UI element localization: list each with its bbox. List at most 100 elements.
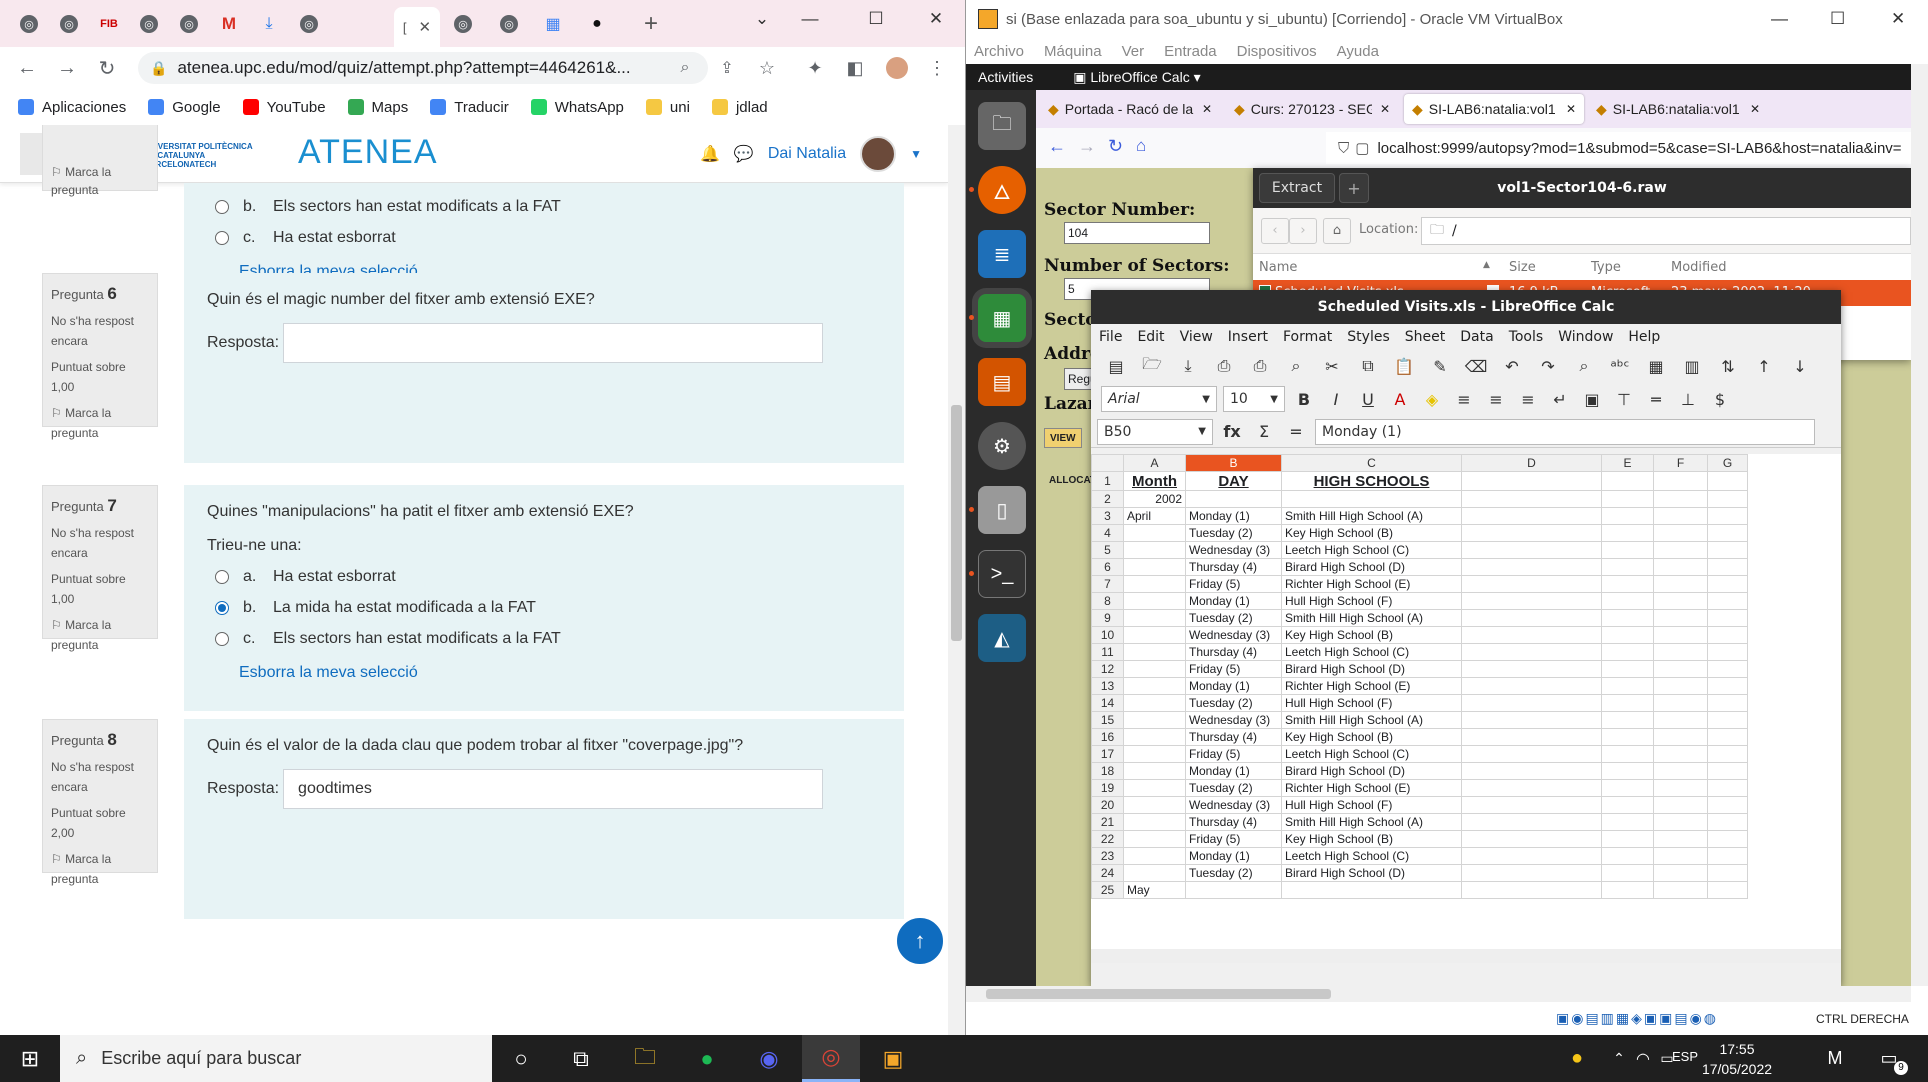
empty-cell[interactable] (1653, 524, 1708, 542)
merge-icon[interactable]: ▣ (1579, 386, 1605, 412)
back-icon[interactable]: ← (1048, 136, 1066, 157)
forward-button[interactable]: → (52, 53, 82, 83)
empty-cell[interactable] (1707, 524, 1748, 542)
cortana-icon[interactable]: ○ (492, 1035, 550, 1082)
spellcheck-icon[interactable]: ᵃᵇᶜ (1607, 353, 1633, 379)
row-header[interactable]: 22 (1091, 830, 1124, 848)
close-tab-icon[interactable]: ✕ (1750, 102, 1760, 116)
empty-cell[interactable] (1707, 609, 1748, 627)
extract-button[interactable]: Extract (1259, 173, 1335, 203)
bookmark-7[interactable]: jdlad (711, 99, 768, 116)
empty-cell[interactable] (1461, 796, 1602, 814)
answer-option[interactable]: b. La mida ha estat modificada a la FAT (207, 592, 881, 623)
empty-cell[interactable] (1601, 796, 1654, 814)
empty-cell[interactable] (1707, 592, 1748, 610)
empty-cell[interactable] (1601, 558, 1654, 576)
tab-11[interactable]: ▦ (530, 9, 576, 39)
empty-cell[interactable] (1707, 575, 1748, 593)
empty-cell[interactable] (1461, 762, 1602, 780)
empty-cell[interactable] (1653, 609, 1708, 627)
cell-day[interactable]: Tuesday (2) (1185, 694, 1282, 712)
cell-header-schools[interactable]: HIGH SCHOOLS (1281, 471, 1462, 491)
empty-cell[interactable] (1461, 677, 1602, 695)
empty-cell[interactable] (1707, 558, 1748, 576)
cut-icon[interactable]: ✂ (1319, 353, 1345, 379)
close-tab-icon[interactable]: ✕ (1566, 102, 1576, 116)
forward-icon[interactable]: › (1289, 218, 1317, 244)
activities-button[interactable]: Activities (978, 69, 1033, 85)
empty-cell[interactable] (1461, 728, 1602, 746)
empty-cell[interactable] (1461, 813, 1602, 831)
calc-menu-item[interactable]: Sheet (1405, 329, 1445, 345)
row-icon[interactable]: ▦ (1643, 353, 1669, 379)
start-button[interactable]: ⊞ (0, 1035, 60, 1082)
writer-icon[interactable]: ≣ (978, 230, 1026, 278)
empty-cell[interactable] (1601, 575, 1654, 593)
bookmark-6[interactable]: uni (645, 99, 690, 116)
calc-menu-item[interactable]: Tools (1509, 329, 1544, 345)
firefox-icon[interactable]: 🜂 (978, 166, 1026, 214)
cell-day[interactable] (1185, 490, 1282, 508)
function-wizard-icon[interactable]: fx (1219, 419, 1245, 445)
empty-cell[interactable] (1653, 575, 1708, 593)
cell-school[interactable]: Birard High School (D) (1281, 864, 1462, 882)
vbox-menu-item[interactable]: Archivo (974, 43, 1024, 60)
empty-cell[interactable] (1461, 541, 1602, 559)
sector-number-input[interactable]: 104 (1064, 222, 1210, 244)
highlight-icon[interactable]: ◈ (1419, 386, 1445, 412)
zoom-button[interactable]: ⌕ (670, 53, 700, 83)
cell-school[interactable]: Leetch High School (C) (1281, 745, 1462, 763)
cell-month[interactable] (1123, 711, 1186, 729)
empty-cell[interactable] (1461, 471, 1602, 491)
empty-cell[interactable] (1653, 660, 1708, 678)
vbox-menu-item[interactable]: Máquina (1044, 43, 1102, 60)
cell-school[interactable]: Birard High School (D) (1281, 762, 1462, 780)
empty-cell[interactable] (1461, 881, 1602, 899)
font-size-combo[interactable]: 10 ▼ (1223, 386, 1285, 412)
row-header[interactable]: 10 (1091, 626, 1124, 644)
empty-cell[interactable] (1461, 558, 1602, 576)
cell-school[interactable]: Key High School (B) (1281, 830, 1462, 848)
bell-icon[interactable]: 🔔 (700, 144, 720, 164)
cell-day[interactable]: Wednesday (3) (1185, 796, 1282, 814)
empty-cell[interactable] (1707, 779, 1748, 797)
column-header[interactable]: D (1461, 454, 1602, 472)
sidepanel-button[interactable]: ◧ (840, 53, 870, 83)
cell-day[interactable]: Wednesday (3) (1185, 711, 1282, 729)
radio-button[interactable] (215, 600, 229, 615)
home-icon[interactable]: ⌂ (1323, 218, 1351, 244)
new-tab-button[interactable]: + (628, 9, 674, 39)
align-bottom-icon[interactable]: ⊥ (1675, 386, 1701, 412)
empty-cell[interactable] (1707, 813, 1748, 831)
cell-school[interactable]: Hull High School (F) (1281, 796, 1462, 814)
spotify-icon[interactable]: ● (678, 1035, 736, 1082)
vbox-menu-item[interactable]: Dispositivos (1237, 43, 1317, 60)
empty-cell[interactable] (1653, 779, 1708, 797)
minimize-button[interactable]: — (786, 0, 834, 38)
align-right-icon[interactable]: ≡ (1515, 386, 1541, 412)
empty-cell[interactable] (1707, 507, 1748, 525)
name-box[interactable]: B50 ▼ (1097, 418, 1213, 445)
cell-day[interactable]: Thursday (4) (1185, 558, 1282, 576)
cell-month[interactable] (1123, 796, 1186, 814)
row-header[interactable]: 9 (1091, 609, 1124, 627)
calc-menu-item[interactable]: File (1099, 329, 1122, 345)
empty-cell[interactable] (1707, 864, 1748, 882)
find-replace-icon[interactable]: ⌕ (1571, 353, 1597, 379)
cell-month[interactable] (1123, 762, 1186, 780)
radio-button[interactable] (215, 230, 229, 245)
empty-cell[interactable] (1601, 762, 1654, 780)
empty-cell[interactable] (1707, 643, 1748, 661)
bookmark-2[interactable]: YouTube (242, 99, 326, 116)
answer-input-q6[interactable] (283, 323, 824, 363)
sort-desc-icon[interactable]: ↓ (1787, 353, 1813, 379)
empty-cell[interactable] (1707, 490, 1748, 508)
empty-cell[interactable] (1461, 779, 1602, 797)
copy-icon[interactable]: ⧉ (1355, 353, 1381, 379)
flag-question-link[interactable]: ⚐ Marca la pregunta (51, 403, 149, 443)
empty-cell[interactable] (1653, 847, 1708, 865)
close-tab-icon[interactable]: ✕ (419, 18, 432, 36)
empty-cell[interactable] (1707, 847, 1748, 865)
sort-icon[interactable]: ⇅ (1715, 353, 1741, 379)
formula-input[interactable]: Monday (1) (1315, 418, 1815, 445)
